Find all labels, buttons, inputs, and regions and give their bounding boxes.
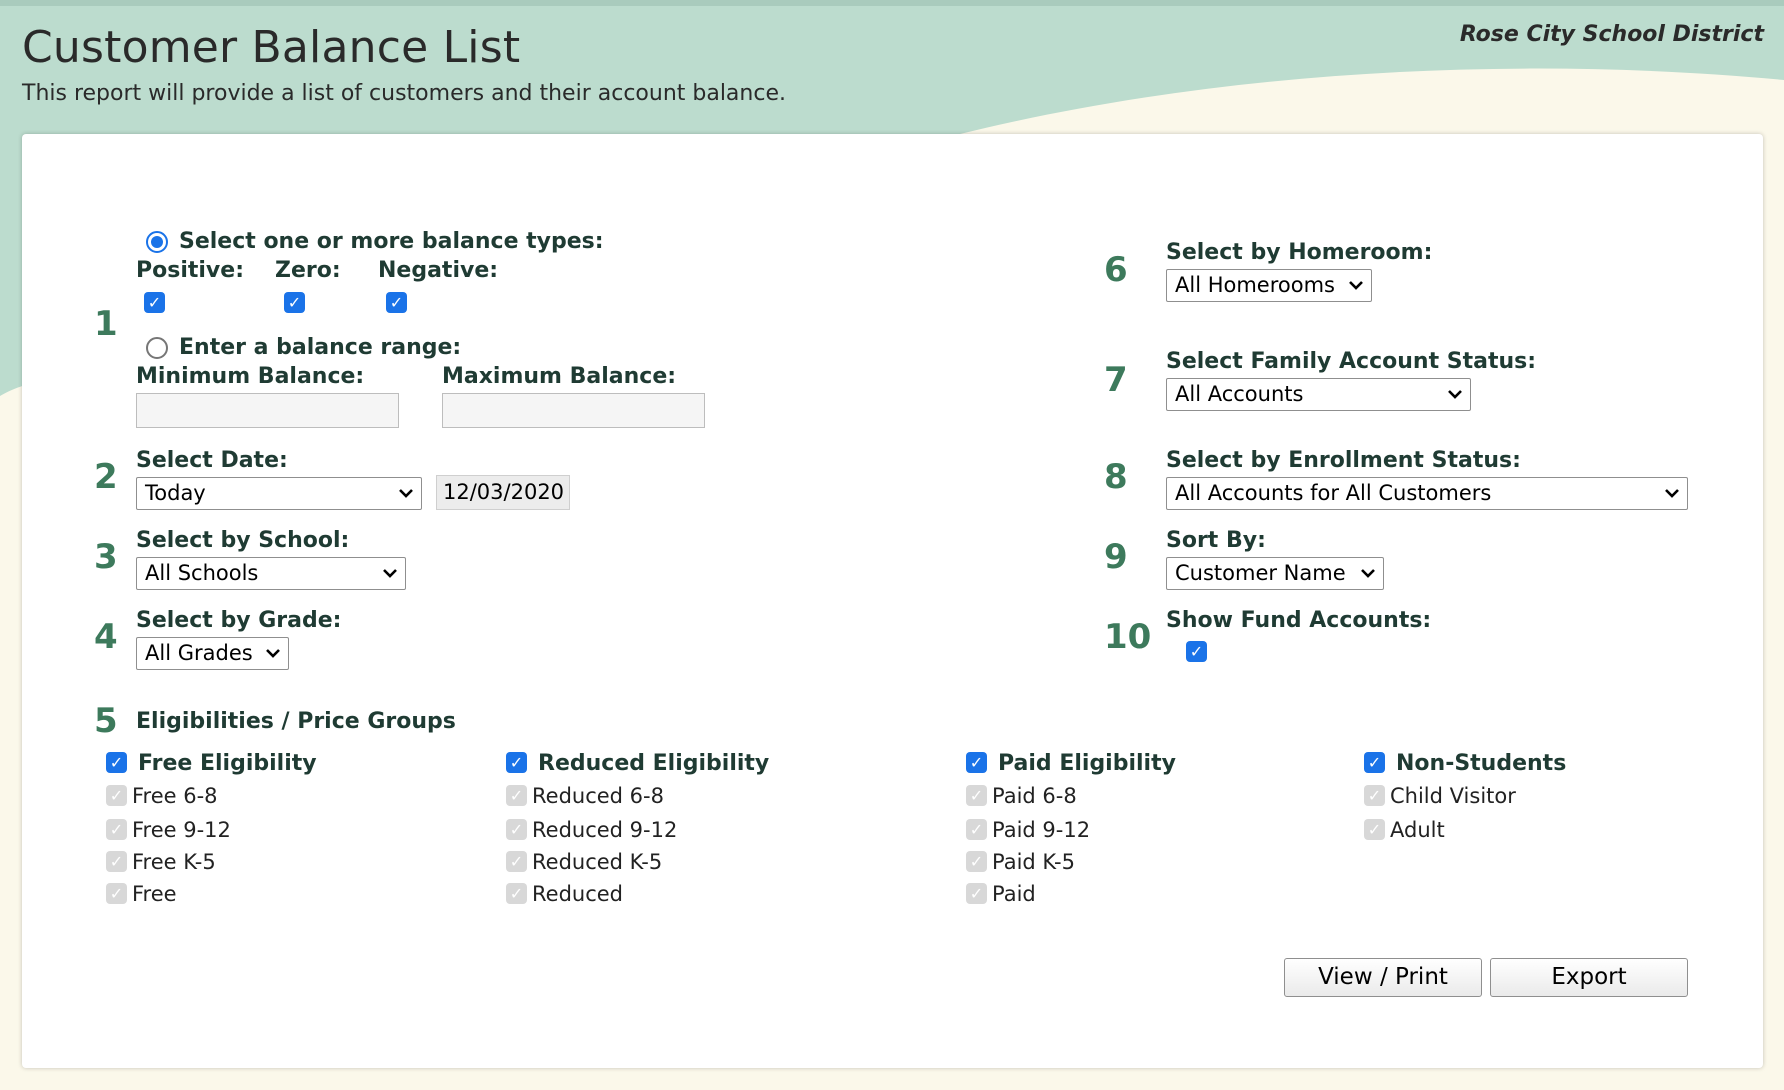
- paid-eligibility-checkbox[interactable]: ✓: [966, 752, 987, 773]
- price-group-label: Free 9-12: [132, 818, 231, 842]
- date-select-value: Today: [145, 481, 206, 505]
- view-print-button[interactable]: View / Print: [1284, 958, 1482, 997]
- price-group-label: Child Visitor: [1390, 784, 1516, 808]
- page-title: Customer Balance List: [22, 22, 521, 73]
- price-group-label: Reduced: [532, 882, 624, 906]
- family-account-status-label: Select Family Account Status:: [1166, 349, 1537, 374]
- non-students-checkbox[interactable]: ✓: [1364, 752, 1385, 773]
- school-select-value: All Schools: [145, 561, 259, 585]
- price-group-checkbox[interactable]: ✓: [106, 819, 127, 840]
- district-name: Rose City School District: [1459, 22, 1764, 47]
- price-group-label: Free: [132, 882, 177, 906]
- price-group-checkbox[interactable]: ✓: [506, 785, 527, 806]
- enrollment-status-value: All Accounts for All Customers: [1175, 481, 1492, 505]
- price-group-checkbox[interactable]: ✓: [966, 851, 987, 872]
- balance-range-label: Enter a balance range:: [179, 335, 462, 360]
- zero-checkbox[interactable]: ✓: [284, 292, 305, 313]
- section-number-1: 1: [94, 304, 118, 344]
- price-group-label: Reduced 9-12: [532, 818, 678, 842]
- price-group-label: Paid 9-12: [992, 818, 1091, 842]
- chevron-down-icon: [266, 649, 280, 658]
- price-group-checkbox[interactable]: ✓: [966, 785, 987, 806]
- page-subtitle: This report will provide a list of custo…: [22, 81, 786, 106]
- negative-label: Negative:: [378, 258, 499, 283]
- grade-select[interactable]: All Grades: [136, 637, 289, 670]
- sort-by-value: Customer Name: [1175, 561, 1346, 585]
- price-group-checkbox[interactable]: ✓: [106, 883, 127, 904]
- select-date-label: Select Date:: [136, 448, 288, 473]
- section-number-4: 4: [94, 617, 118, 657]
- price-group-label: Paid K-5: [992, 850, 1075, 874]
- chevron-down-icon: [1665, 489, 1679, 498]
- zero-label: Zero:: [275, 258, 341, 283]
- export-button[interactable]: Export: [1490, 958, 1688, 997]
- minimum-balance-label: Minimum Balance:: [136, 364, 365, 389]
- positive-label: Positive:: [136, 258, 244, 283]
- section-number-6: 6: [1104, 250, 1128, 290]
- price-group-checkbox[interactable]: ✓: [506, 819, 527, 840]
- group-name-paid: Paid Eligibility: [998, 751, 1176, 776]
- homeroom-select-value: All Homerooms: [1175, 273, 1335, 297]
- free-eligibility-checkbox[interactable]: ✓: [106, 752, 127, 773]
- balance-types-label: Select one or more balance types:: [179, 229, 604, 254]
- date-value-field[interactable]: 12/03/2020: [436, 475, 570, 510]
- price-group-checkbox[interactable]: ✓: [506, 883, 527, 904]
- group-name-free: Free Eligibility: [138, 751, 317, 776]
- school-select[interactable]: All Schools: [136, 557, 406, 590]
- chevron-down-icon: [399, 489, 413, 498]
- report-options-panel: 1 Select one or more balance types: Posi…: [22, 134, 1763, 1068]
- group-name-non-students: Non-Students: [1396, 751, 1567, 776]
- homeroom-select[interactable]: All Homerooms: [1166, 269, 1372, 302]
- minimum-balance-input[interactable]: [136, 393, 399, 428]
- chevron-down-icon: [1361, 569, 1375, 578]
- show-fund-accounts-label: Show Fund Accounts:: [1166, 608, 1432, 633]
- group-name-reduced: Reduced Eligibility: [538, 751, 770, 776]
- price-group-label: Paid: [992, 882, 1036, 906]
- select-school-label: Select by School:: [136, 528, 350, 553]
- select-grade-label: Select by Grade:: [136, 608, 342, 633]
- enrollment-status-select[interactable]: All Accounts for All Customers: [1166, 477, 1688, 510]
- family-account-status-select[interactable]: All Accounts: [1166, 378, 1471, 411]
- price-group-label: Free 6-8: [132, 784, 218, 808]
- show-fund-accounts-checkbox[interactable]: ✓: [1186, 641, 1207, 662]
- price-group-checkbox[interactable]: ✓: [966, 883, 987, 904]
- price-group-label: Paid 6-8: [992, 784, 1077, 808]
- positive-checkbox[interactable]: ✓: [144, 292, 165, 313]
- price-group-label: Free K-5: [132, 850, 216, 874]
- section-number-2: 2: [94, 457, 118, 497]
- section-number-5: 5: [94, 701, 118, 741]
- maximum-balance-input[interactable]: [442, 393, 705, 428]
- maximum-balance-label: Maximum Balance:: [442, 364, 677, 389]
- chevron-down-icon: [383, 569, 397, 578]
- reduced-eligibility-checkbox[interactable]: ✓: [506, 752, 527, 773]
- grade-select-value: All Grades: [145, 641, 253, 665]
- negative-checkbox[interactable]: ✓: [386, 292, 407, 313]
- select-homeroom-label: Select by Homeroom:: [1166, 240, 1433, 265]
- chevron-down-icon: [1448, 390, 1462, 399]
- section-number-3: 3: [94, 537, 118, 577]
- price-group-checkbox[interactable]: ✓: [106, 851, 127, 872]
- price-group-checkbox[interactable]: ✓: [106, 785, 127, 806]
- sort-by-select[interactable]: Customer Name: [1166, 557, 1384, 590]
- price-group-checkbox[interactable]: ✓: [1364, 785, 1385, 806]
- price-group-checkbox[interactable]: ✓: [966, 819, 987, 840]
- price-group-label: Reduced 6-8: [532, 784, 664, 808]
- family-account-status-value: All Accounts: [1175, 382, 1304, 406]
- section-number-7: 7: [1104, 360, 1128, 400]
- price-group-label: Adult: [1390, 818, 1445, 842]
- balance-types-radio[interactable]: [146, 231, 168, 253]
- price-group-label: Reduced K-5: [532, 850, 663, 874]
- section-number-9: 9: [1104, 537, 1128, 577]
- price-group-checkbox[interactable]: ✓: [1364, 819, 1385, 840]
- date-select[interactable]: Today: [136, 477, 422, 510]
- sort-by-label: Sort By:: [1166, 528, 1266, 553]
- balance-range-radio[interactable]: [146, 337, 168, 359]
- eligibilities-label: Eligibilities / Price Groups: [136, 709, 456, 734]
- price-group-checkbox[interactable]: ✓: [506, 851, 527, 872]
- chevron-down-icon: [1349, 281, 1363, 290]
- enrollment-status-label: Select by Enrollment Status:: [1166, 448, 1521, 473]
- section-number-10: 10: [1104, 617, 1152, 657]
- section-number-8: 8: [1104, 457, 1128, 497]
